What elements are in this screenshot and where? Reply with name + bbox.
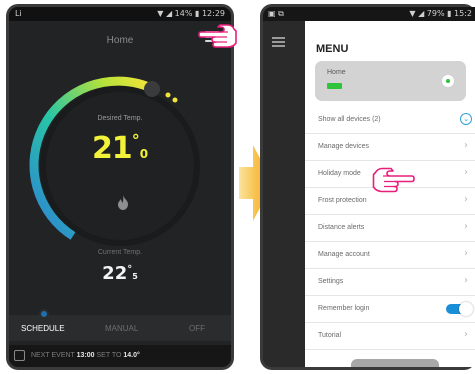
menu-item-settings[interactable]: Settings › [305,269,475,296]
selected-radio-icon[interactable] [442,75,454,87]
menu-item-label: Distance alerts [318,224,365,231]
dial-dot [165,92,171,98]
temperature-dial[interactable] [27,73,213,259]
desired-temp-decimal: 0 [139,147,149,161]
current-temp-label: Current Temp. [97,249,143,256]
menu-item-label: Settings [318,278,344,285]
next-event-label: NEXT EVENT [31,352,75,359]
current-temp-integer: 22 [102,263,128,284]
desired-temp-value: 21°0 [9,131,231,166]
menu-item-distance-alerts[interactable]: Distance alerts › [305,215,475,242]
tab-off[interactable]: OFF [189,324,205,333]
chevron-right-icon: › [464,275,468,286]
tab-schedule[interactable]: SCHEDULE [21,324,65,333]
set-to-label: SET TO [96,352,122,359]
menu-item-tutorial[interactable]: Tutorial › [305,323,475,350]
active-mode-indicator [39,309,49,319]
menu-item-manage-devices[interactable]: Manage devices › [305,134,475,161]
current-temp-value: 22°5 [9,263,231,284]
chevron-right-icon: › [464,329,468,340]
menu-item-remember-login: Remember login [305,296,475,323]
thermostat-screen: Li ▼ ◢ 14% ▮ 12:29 Home Desired Temp. 21… [9,7,231,367]
menu-item-label: Manage account [318,251,370,258]
menu-icon[interactable] [272,37,285,47]
menu-item-label: Holiday mode [318,170,361,177]
set-to-value: 14.0° [123,352,140,359]
menu-title: MENU [316,43,349,55]
remember-login-toggle[interactable] [446,302,473,316]
status-bar-left: ▣ ⧉ [268,9,284,18]
status-bar: Li ▼ ◢ 14% ▮ 12:29 [9,7,231,21]
chevron-right-icon: › [464,221,468,232]
chevron-right-icon: › [464,167,468,178]
bottom-button[interactable] [351,359,439,367]
home-status-bar [327,83,342,89]
home-card-label: Home [327,69,346,76]
dial-handle[interactable] [144,81,160,97]
flame-icon [117,195,129,213]
status-bar-right: ▼ ◢ 79% ▮ 15:2 [409,9,472,18]
chevron-down-circle-icon[interactable]: ⌄ [460,113,472,125]
status-bar-right: ▼ ◢ 14% ▮ 12:29 [157,9,225,18]
menu-item-label: Tutorial [318,332,342,339]
next-event-bar: NEXT EVENT 13:00 SET TO 14.0° [9,345,231,367]
calendar-icon [14,350,25,361]
menu-item-label: Remember login [318,305,370,312]
desired-temp-integer: 21 [91,131,133,166]
tab-manual[interactable]: MANUAL [105,324,138,333]
status-bar: ▣ ⧉ ▼ ◢ 79% ▮ 15:2 [263,7,475,21]
chevron-right-icon: › [464,140,468,151]
chevron-right-icon: › [464,194,468,205]
desired-temp-degree: ° [131,131,140,150]
menu-item-label: Frost protection [318,197,367,204]
desired-temp-label: Desired Temp. [97,115,143,122]
menu-item-label: Show all devices (2) [318,116,381,123]
menu-item-label: Manage devices [318,143,369,150]
dial-dot [172,97,178,103]
next-event-time: 13:00 [76,352,95,359]
status-bar-left: Li [15,9,22,18]
menu-item-show-all-devices[interactable]: Show all devices (2) ⌄ [305,107,475,134]
next-event-text: NEXT EVENT 13:00 SET TO 14.0° [31,352,140,359]
chevron-right-icon: › [464,248,468,259]
menu-item-manage-account[interactable]: Manage account › [305,242,475,269]
thermostat-phone: Li ▼ ◢ 14% ▮ 12:29 Home Desired Temp. 21… [6,4,234,370]
pointing-hand-icon [372,167,415,193]
current-temp-decimal: 5 [132,272,138,281]
home-device-card[interactable]: Home [315,61,466,101]
pointing-hand-icon [198,24,237,48]
